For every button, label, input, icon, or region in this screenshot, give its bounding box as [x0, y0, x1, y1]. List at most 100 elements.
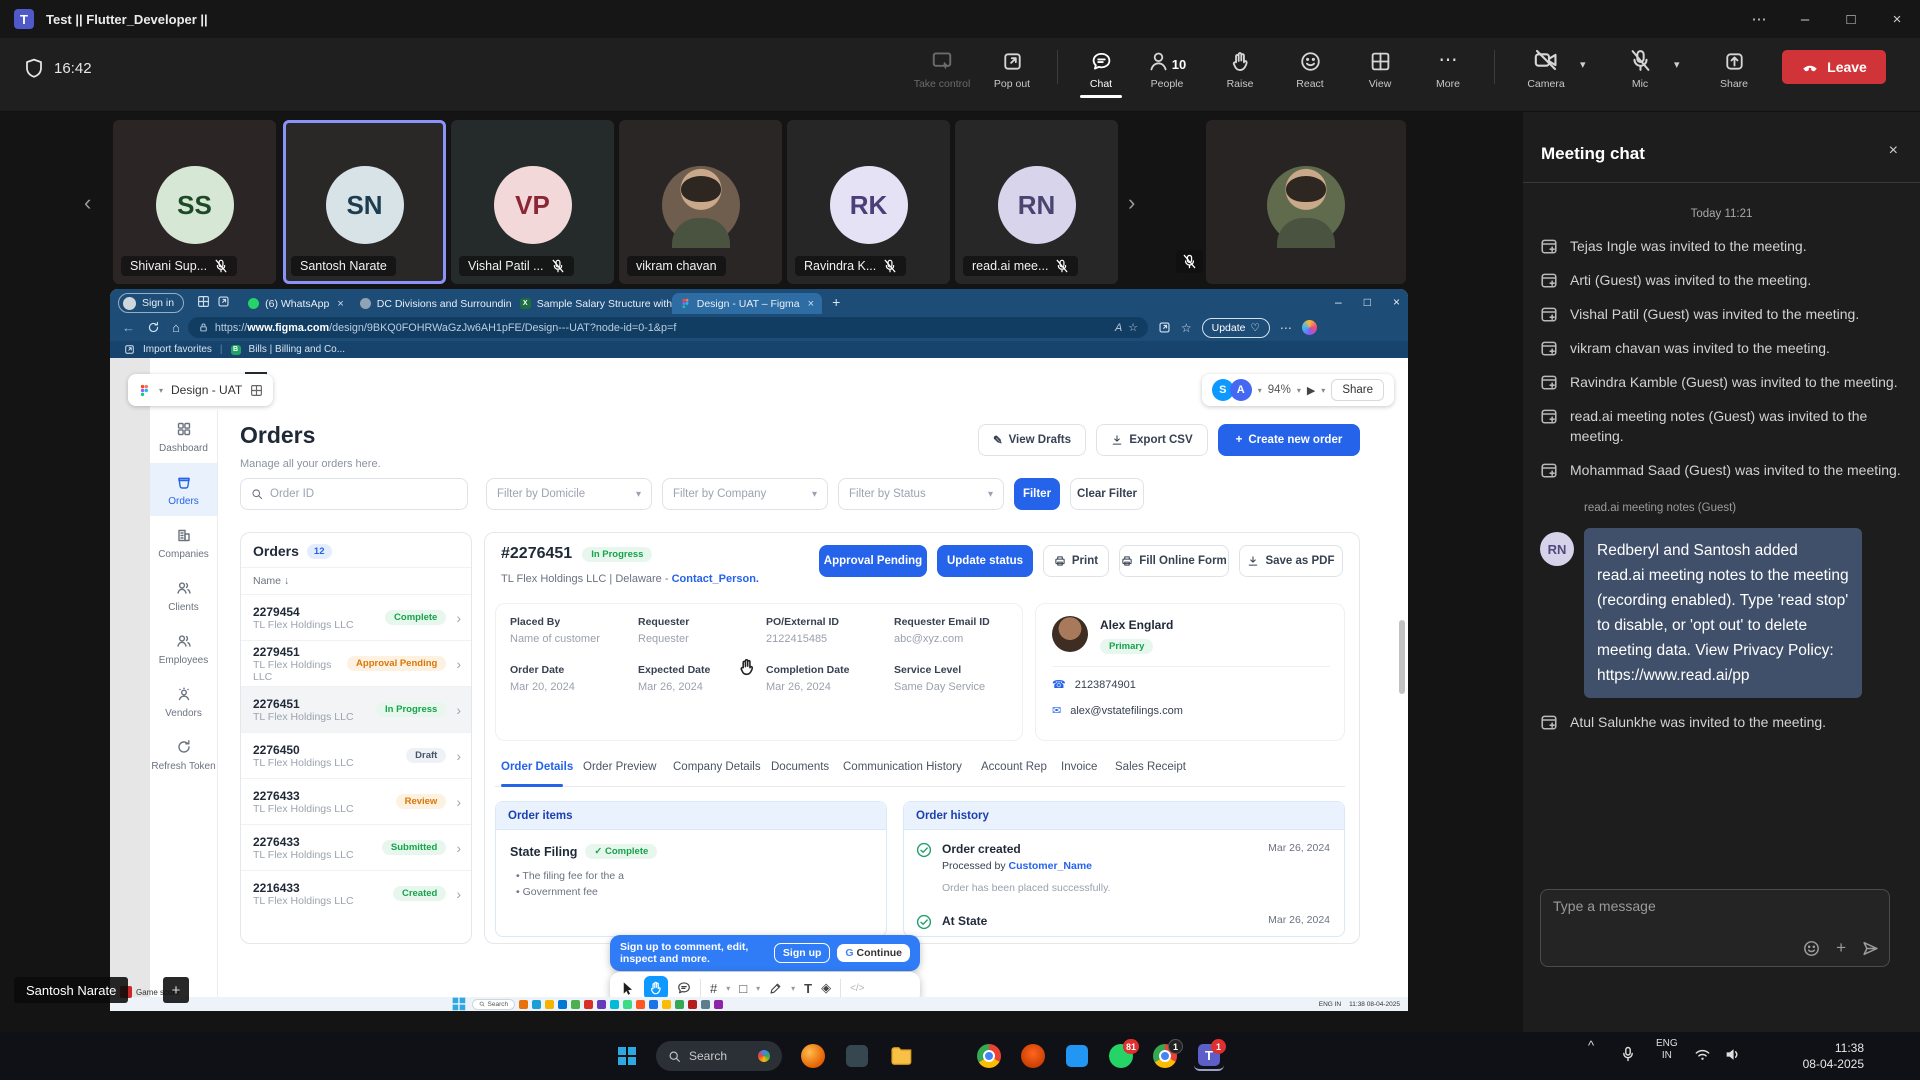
- camera-button[interactable]: Camera: [1513, 46, 1579, 90]
- shared-search-box[interactable]: Search: [472, 999, 516, 1010]
- contact-phone-row[interactable]: ☎2123874901: [1052, 678, 1136, 691]
- frame-tool-icon[interactable]: #: [710, 981, 717, 996]
- fill-online-form-button[interactable]: Fill Online Form: [1119, 545, 1229, 577]
- attach-plus-icon[interactable]: +: [1836, 938, 1846, 958]
- people-button[interactable]: 10 People: [1134, 46, 1200, 90]
- browser-signin-button[interactable]: Sign in: [118, 293, 184, 313]
- chrome-icon[interactable]: [974, 1041, 1004, 1071]
- file-explorer-icon[interactable]: [886, 1041, 916, 1071]
- vscode-icon[interactable]: [1062, 1041, 1092, 1071]
- tray-mic-icon[interactable]: [1620, 1046, 1636, 1062]
- copilot-icon[interactable]: [1302, 320, 1317, 335]
- sidebar-item-vendors[interactable]: Vendors: [150, 675, 217, 728]
- tray-chevron-up[interactable]: ^: [1588, 1038, 1594, 1053]
- shape-tool-icon[interactable]: □: [739, 981, 747, 996]
- titlebar-more-icon[interactable]: ⋯: [1736, 10, 1782, 28]
- shared-taskbar-icon[interactable]: [649, 1000, 658, 1009]
- firefox-icon[interactable]: [798, 1041, 828, 1071]
- print-button[interactable]: Print: [1043, 545, 1109, 577]
- order-row-selected[interactable]: 2276451TL Flex Holdings LLCIn Progress›: [241, 686, 471, 732]
- browser-tab-active[interactable]: Design - UAT – Figma×: [672, 293, 822, 314]
- shared-taskbar-icon[interactable]: [519, 1000, 528, 1009]
- sidebar-item-refresh-token[interactable]: Refresh Token: [150, 728, 217, 781]
- filter-domicile-select[interactable]: Filter by Domicile▾: [486, 478, 652, 510]
- order-id-search-input[interactable]: Order ID: [240, 478, 468, 510]
- tab-company-details[interactable]: Company Details: [673, 761, 761, 773]
- layout-panel-icon[interactable]: [250, 384, 263, 397]
- extensions-icon[interactable]: [1158, 321, 1171, 334]
- shared-taskbar-icon[interactable]: [714, 1000, 723, 1009]
- save-as-pdf-button[interactable]: Save as PDF: [1239, 545, 1343, 577]
- tab-sales-receipt[interactable]: Sales Receipt: [1115, 761, 1186, 773]
- customer-name-link[interactable]: Customer_Name: [1009, 860, 1092, 872]
- text-tool-icon[interactable]: T: [804, 981, 812, 996]
- send-icon[interactable]: [1862, 940, 1879, 957]
- tab-close-icon[interactable]: ×: [337, 298, 343, 310]
- present-icon[interactable]: ▶: [1307, 384, 1315, 397]
- wifi-icon[interactable]: [1694, 1046, 1711, 1063]
- edge-icon[interactable]: [930, 1041, 960, 1071]
- shared-taskbar-icon[interactable]: [571, 1000, 580, 1009]
- chrome-profile-icon[interactable]: 1: [1150, 1041, 1180, 1071]
- chevron-down-icon[interactable]: ▾: [1321, 386, 1325, 395]
- collaborator-avatar[interactable]: A: [1230, 379, 1252, 401]
- bookmark-item[interactable]: Import favorites: [143, 344, 212, 355]
- back-icon[interactable]: ←: [122, 320, 135, 335]
- filter-button[interactable]: Filter: [1014, 478, 1060, 510]
- shared-taskbar-icon[interactable]: [545, 1000, 554, 1009]
- raise-hand-button[interactable]: Raise: [1207, 46, 1273, 90]
- browser-update-button[interactable]: Update♡: [1202, 318, 1270, 338]
- tab-close-icon[interactable]: ×: [808, 298, 814, 310]
- leave-button[interactable]: Leave: [1782, 50, 1886, 84]
- shared-taskbar-icon[interactable]: [636, 1000, 645, 1009]
- browser-close-icon[interactable]: ×: [1393, 295, 1400, 309]
- tab-order-preview[interactable]: Order Preview: [583, 761, 657, 773]
- favorites-bar-icon[interactable]: ☆: [1181, 321, 1192, 335]
- presenter-pin-button[interactable]: +: [163, 977, 189, 1003]
- sidebar-item-companies[interactable]: Companies: [150, 516, 217, 569]
- tab-communication-history[interactable]: Communication History: [843, 761, 962, 773]
- emoji-icon[interactable]: [1803, 940, 1820, 957]
- new-tab-button[interactable]: +: [832, 294, 840, 310]
- close-button[interactable]: ×: [1874, 11, 1920, 28]
- order-row[interactable]: 2279454TL Flex Holdings LLCComplete›: [241, 594, 471, 640]
- participant-tile[interactable]: SN Santosh Narate: [283, 120, 446, 284]
- browser-tab[interactable]: (6) WhatsApp×: [240, 293, 352, 314]
- approval-pending-button[interactable]: Approval Pending: [819, 545, 927, 577]
- address-bar[interactable]: https://www.figma.com/design/9BKQ0FOHRWa…: [188, 317, 1148, 338]
- filter-company-select[interactable]: Filter by Company▾: [662, 478, 828, 510]
- participant-tile[interactable]: RK Ravindra K...: [787, 120, 950, 284]
- update-status-button[interactable]: Update status: [937, 545, 1033, 577]
- figma-share-button[interactable]: Share: [1331, 379, 1384, 401]
- order-row[interactable]: 2276433TL Flex Holdings LLCReview›: [241, 778, 471, 824]
- figma-signup-button[interactable]: Sign up: [774, 943, 831, 963]
- camera-options-chevron[interactable]: ▾: [1580, 58, 1586, 71]
- teams-taskbar-icon[interactable]: T1: [1194, 1041, 1224, 1071]
- start-button[interactable]: [612, 1041, 642, 1071]
- tiles-scroll-left-chevron[interactable]: ‹: [84, 190, 91, 216]
- taskbar-clock[interactable]: 11:3808-04-2025: [1768, 1040, 1864, 1072]
- scrollbar-thumb[interactable]: [1399, 620, 1405, 694]
- shared-taskbar-icon[interactable]: [584, 1000, 593, 1009]
- browser-minimize-icon[interactable]: –: [1335, 295, 1342, 309]
- pen-tool-icon[interactable]: [769, 982, 782, 995]
- view-drafts-button[interactable]: ✎View Drafts: [978, 424, 1086, 456]
- bookmark-item[interactable]: Bills | Billing and Co...: [249, 344, 346, 355]
- comment-tool-icon[interactable]: [677, 981, 691, 995]
- shared-taskbar-icon[interactable]: [597, 1000, 606, 1009]
- zoom-level[interactable]: 94%: [1268, 384, 1291, 396]
- workspaces-icon[interactable]: [197, 295, 210, 308]
- dev-mode-icon[interactable]: </>: [850, 983, 864, 994]
- browser-tab[interactable]: X Sample Salary Structure with calc×: [512, 293, 672, 314]
- export-csv-button[interactable]: Export CSV: [1096, 424, 1208, 456]
- participant-tile[interactable]: vikram chavan: [619, 120, 782, 284]
- chat-close-icon[interactable]: ×: [1889, 142, 1898, 160]
- whatsapp-icon[interactable]: 81: [1106, 1041, 1136, 1071]
- tab-actions-icon[interactable]: [217, 295, 230, 308]
- chevron-down-icon[interactable]: ▾: [1297, 386, 1301, 395]
- shared-language[interactable]: ENG IN: [1319, 1001, 1341, 1008]
- create-new-order-button[interactable]: +Create new order: [1218, 424, 1360, 456]
- sidebar-item-orders[interactable]: Orders: [150, 463, 217, 516]
- order-row[interactable]: 2276450TL Flex Holdings LLCDraft›: [241, 732, 471, 778]
- tab-invoice[interactable]: Invoice: [1061, 761, 1097, 773]
